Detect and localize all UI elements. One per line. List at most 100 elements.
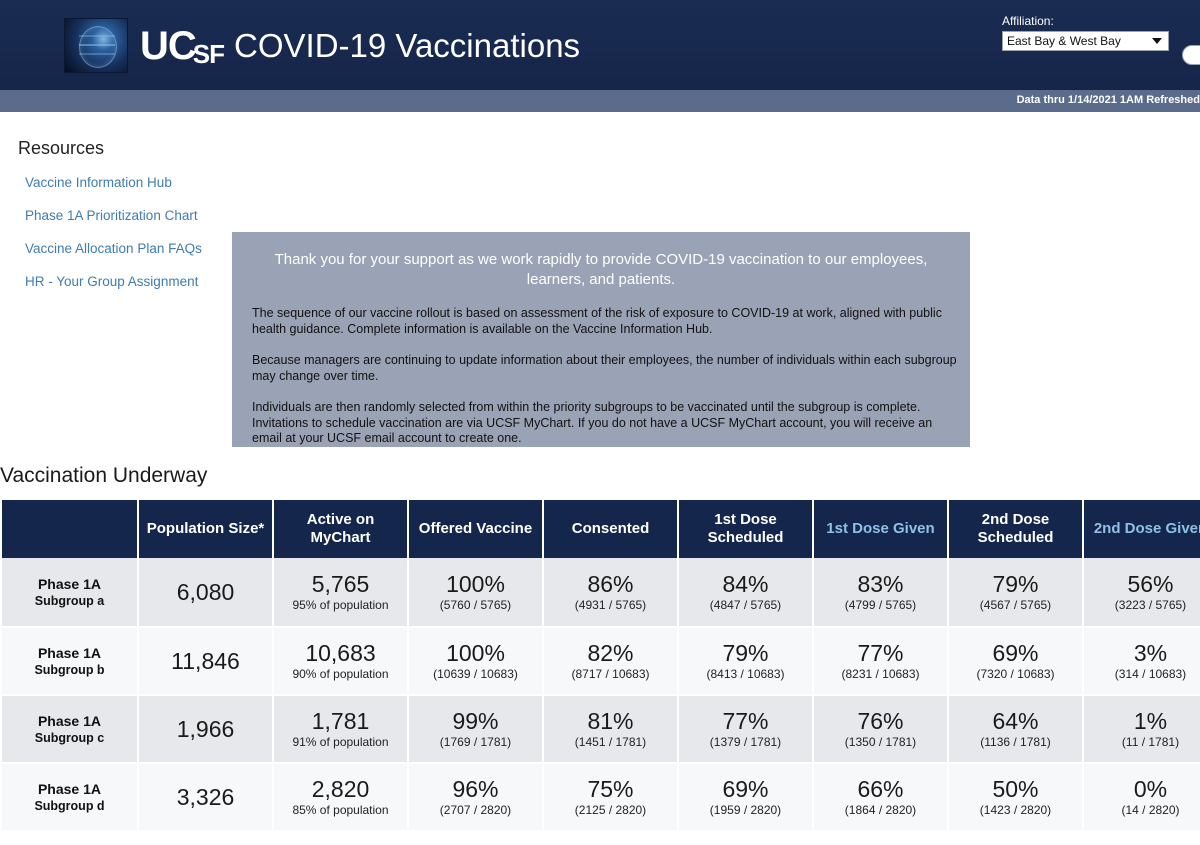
table-row: Phase 1A Subgroup a 6,080 5,765 95% of po… [2, 558, 1200, 626]
cell-1st-dose-given: 66% (1864 / 2820) [814, 762, 947, 830]
vaccination-table: Population Size* Active on MyChart Offer… [0, 500, 1200, 830]
cell-value: 0% [1133, 776, 1168, 802]
cell-subvalue: (1959 / 2820) [709, 803, 782, 817]
column-header-blank [2, 500, 137, 558]
announcement-paragraph-2: Because managers are continuing to updat… [252, 353, 957, 383]
cell-value: 75% [587, 776, 634, 802]
column-header-offered-vaccine: Offered Vaccine [409, 500, 542, 558]
row-label-subgroup-a: Phase 1A Subgroup a [2, 558, 137, 626]
cell-2nd-dose-given: 56% (3223 / 5765) [1084, 558, 1200, 626]
cell-subvalue: (1136 / 1781) [980, 735, 1051, 749]
ucsf-logo-sf: SF [192, 38, 225, 69]
cell-value: 11,846 [171, 648, 240, 674]
cell-subvalue: (314 / 10683) [1114, 667, 1187, 681]
cell-1st-dose-scheduled: 77% (1379 / 1781) [679, 694, 812, 762]
cell-offered-vaccine: 96% (2707 / 2820) [409, 762, 542, 830]
row-label-sub: Subgroup b [34, 662, 105, 677]
cell-value: 64% [992, 708, 1039, 734]
cell-value: 83% [857, 571, 904, 597]
cell-value: 3% [1133, 640, 1168, 666]
cell-value: 77% [722, 708, 769, 734]
column-header-population-size: Population Size* [139, 500, 272, 558]
cell-subvalue: (7320 / 10683) [976, 667, 1055, 681]
cell-subvalue: (1423 / 2820) [979, 803, 1052, 817]
ucsf-logo-uc: UC [140, 23, 197, 68]
cell-2nd-dose-scheduled: 64% (1136 / 1781) [949, 694, 1082, 762]
cell-population-size: 11,846 [139, 626, 272, 694]
cell-consented: 86% (4931 / 5765) [544, 558, 677, 626]
cell-active-on-mychart: 1,781 91% of population [274, 694, 407, 762]
cell-active-on-mychart: 2,820 85% of population [274, 762, 407, 830]
cell-2nd-dose-scheduled: 79% (4567 / 5765) [949, 558, 1082, 626]
chevron-down-icon [1152, 38, 1162, 44]
cell-consented: 82% (8717 / 10683) [544, 626, 677, 694]
cell-value: 5,765 [311, 571, 370, 597]
cell-subvalue: (1350 / 1781) [844, 735, 917, 749]
cell-value: 69% [992, 640, 1039, 666]
cell-offered-vaccine: 100% (10639 / 10683) [409, 626, 542, 694]
resource-link-hr-your-group-assignment[interactable]: HR - Your Group Assignment [25, 274, 233, 289]
cell-value: 1,781 [311, 708, 370, 734]
cell-2nd-dose-scheduled: 69% (7320 / 10683) [949, 626, 1082, 694]
cell-subvalue: (1451 / 1781) [574, 735, 647, 749]
resource-link-vaccine-information-hub[interactable]: Vaccine Information Hub [25, 175, 233, 190]
row-label-sub: Subgroup d [34, 798, 105, 813]
affiliation-select[interactable]: East Bay & West Bay [1002, 31, 1169, 51]
table-header-row: Population Size* Active on MyChart Offer… [2, 500, 1200, 558]
cell-subvalue: (8231 / 10683) [841, 667, 920, 681]
cell-offered-vaccine: 100% (5760 / 5765) [409, 558, 542, 626]
cell-subvalue: 90% of population [292, 667, 389, 681]
data-refresh-status: Data thru 1/14/2021 1AM Refreshed [1016, 94, 1200, 106]
cell-active-on-mychart: 10,683 90% of population [274, 626, 407, 694]
cell-value: 1% [1133, 708, 1168, 734]
globe-icon [64, 18, 128, 73]
resource-link-vaccine-allocation-plan-faqs[interactable]: Vaccine Allocation Plan FAQs [25, 241, 233, 256]
row-label-main: Phase 1A [37, 712, 102, 729]
cell-2nd-dose-given: 1% (11 / 1781) [1084, 694, 1200, 762]
cell-subvalue: (2707 / 2820) [439, 803, 512, 817]
row-label-subgroup-b: Phase 1A Subgroup b [2, 626, 137, 694]
cell-2nd-dose-scheduled: 50% (1423 / 2820) [949, 762, 1082, 830]
section-title: Vaccination Underway [0, 464, 208, 487]
row-label-main: Phase 1A [37, 575, 102, 592]
column-header-1st-dose-given: 1st Dose Given [814, 500, 947, 558]
resources-title: Resources [18, 138, 105, 158]
secondary-filter-partial[interactable] [1182, 45, 1200, 65]
cell-1st-dose-scheduled: 69% (1959 / 2820) [679, 762, 812, 830]
brand-block: UCSF COVID-19 Vaccinations [64, 18, 580, 73]
column-header-consented: Consented [544, 500, 677, 558]
cell-subvalue: 91% of population [292, 735, 389, 749]
cell-subvalue: (8717 / 10683) [571, 667, 650, 681]
cell-value: 79% [992, 571, 1039, 597]
cell-value: 6,080 [176, 579, 235, 605]
cell-value: 10,683 [305, 640, 376, 666]
cell-value: 77% [857, 640, 904, 666]
table-row: Phase 1A Subgroup b 11,846 10,683 90% of … [2, 626, 1200, 694]
cell-subvalue: (3223 / 5765) [1114, 598, 1187, 612]
cell-value: 100% [446, 640, 505, 666]
ucsf-wordmark: UCSF [140, 23, 225, 69]
cell-offered-vaccine: 99% (1769 / 1781) [409, 694, 542, 762]
cell-active-on-mychart: 5,765 95% of population [274, 558, 407, 626]
cell-subvalue: (4799 / 5765) [844, 598, 917, 612]
cell-population-size: 1,966 [139, 694, 272, 762]
cell-subvalue: (5760 / 5765) [439, 598, 512, 612]
column-header-active-on-mychart: Active on MyChart [274, 500, 407, 558]
row-label-main: Phase 1A [37, 644, 102, 661]
dashboard-page: UCSF COVID-19 Vaccinations Affiliation: … [0, 0, 1200, 845]
resource-link-phase-1a-prioritization-chart[interactable]: Phase 1A Prioritization Chart [25, 208, 233, 223]
table-row: Phase 1A Subgroup d 3,326 2,820 85% of po… [2, 762, 1200, 830]
cell-value: 76% [857, 708, 904, 734]
column-header-1st-dose-scheduled: 1st Dose Scheduled [679, 500, 812, 558]
cell-1st-dose-given: 83% (4799 / 5765) [814, 558, 947, 626]
row-label-sub: Subgroup a [34, 593, 105, 608]
cell-2nd-dose-given: 3% (314 / 10683) [1084, 626, 1200, 694]
row-label-subgroup-c: Phase 1A Subgroup c [2, 694, 137, 762]
announcement-panel: Thank you for your support as we work ra… [232, 232, 970, 447]
cell-population-size: 6,080 [139, 558, 272, 626]
cell-1st-dose-scheduled: 79% (8413 / 10683) [679, 626, 812, 694]
cell-subvalue: (4847 / 5765) [709, 598, 782, 612]
cell-value: 66% [857, 776, 904, 802]
announcement-paragraph-1: The sequence of our vaccine rollout is b… [252, 306, 942, 336]
cell-value: 82% [587, 640, 634, 666]
